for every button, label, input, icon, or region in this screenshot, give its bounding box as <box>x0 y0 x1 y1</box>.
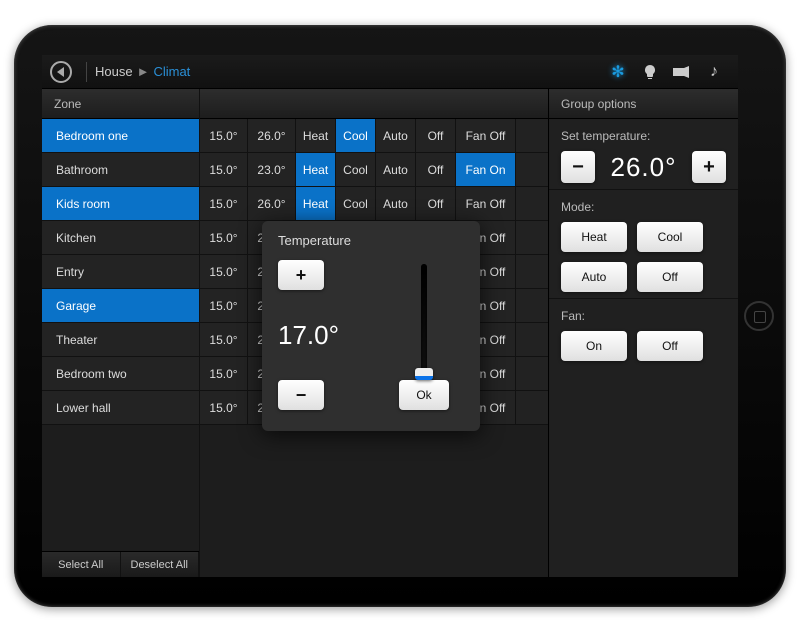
main-area: Zone Bedroom oneBathroomKids roomKitchen… <box>42 89 738 577</box>
temperature-popup: Temperature + 17.0° − Ok <box>262 221 480 431</box>
breadcrumb-current: Climat <box>153 64 190 79</box>
zone-header: Zone <box>42 89 199 119</box>
zone-item[interactable]: Bedroom two <box>42 357 199 391</box>
grid-header <box>200 89 548 119</box>
temp-plus-button[interactable]: + <box>692 151 726 183</box>
slider-thumb[interactable] <box>415 368 433 380</box>
temp-minus-button[interactable]: − <box>561 151 595 183</box>
grid-cell[interactable]: Heat <box>296 119 336 152</box>
deselect-all-button[interactable]: Deselect All <box>121 552 200 577</box>
popup-title: Temperature <box>278 233 464 248</box>
grid-cell[interactable]: Auto <box>376 119 416 152</box>
grid-cell[interactable]: Off <box>416 187 456 220</box>
fan-button[interactable]: Off <box>637 331 703 361</box>
zone-item[interactable]: Bedroom one <box>42 119 199 153</box>
mode-button[interactable]: Auto <box>561 262 627 292</box>
grid-cell[interactable]: Heat <box>296 153 336 186</box>
popup-plus-button[interactable]: + <box>278 260 324 290</box>
grid-cell: 15.0° <box>200 357 248 390</box>
grid-row: 15.0°23.0°HeatCoolAutoOffFan On <box>200 153 548 187</box>
grid-cell: 15.0° <box>200 323 248 356</box>
mode-button[interactable]: Heat <box>561 222 627 252</box>
grid-cell: 26.0° <box>248 187 296 220</box>
grid-cell[interactable]: Heat <box>296 187 336 220</box>
grid-row: 15.0°26.0°HeatCoolAutoOffFan Off <box>200 119 548 153</box>
breadcrumb-separator: ► <box>137 64 150 79</box>
zone-column: Zone Bedroom oneBathroomKids roomKitchen… <box>42 89 200 577</box>
tablet-frame: House ► Climat ✻ ♪ Zone Bedroom oneBathr… <box>14 25 786 607</box>
music-icon[interactable]: ♪ <box>703 61 725 83</box>
zone-footer: Select All Deselect All <box>42 551 199 577</box>
zone-item[interactable]: Bathroom <box>42 153 199 187</box>
zone-item[interactable]: Garage <box>42 289 199 323</box>
header-bar: House ► Climat ✻ ♪ <box>42 55 738 89</box>
temp-slider[interactable] <box>421 264 427 376</box>
back-icon[interactable] <box>50 61 72 83</box>
grid-cell[interactable]: Off <box>416 119 456 152</box>
set-temp-value: 26.0° <box>610 152 676 183</box>
camera-icon[interactable] <box>671 61 693 83</box>
grid-cell[interactable]: Cool <box>336 153 376 186</box>
popup-temp-value: 17.0° <box>278 320 339 351</box>
mode-button[interactable]: Cool <box>637 222 703 252</box>
select-all-button[interactable]: Select All <box>42 552 121 577</box>
grid-cell: 15.0° <box>200 255 248 288</box>
side-title: Group options <box>549 89 738 119</box>
set-temp-label: Set temperature: <box>561 129 726 143</box>
app-screen: House ► Climat ✻ ♪ Zone Bedroom oneBathr… <box>42 55 738 577</box>
grid-cell[interactable]: Auto <box>376 153 416 186</box>
mode-label: Mode: <box>561 200 726 214</box>
home-button[interactable] <box>744 301 774 331</box>
breadcrumb-root[interactable]: House <box>95 64 133 79</box>
grid-cell[interactable]: Fan Off <box>456 119 516 152</box>
zone-item[interactable]: Lower hall <box>42 391 199 425</box>
grid-cell[interactable]: Auto <box>376 187 416 220</box>
fan-label: Fan: <box>561 309 726 323</box>
zone-item[interactable]: Kitchen <box>42 221 199 255</box>
grid-cell[interactable]: Off <box>416 153 456 186</box>
grid-cell: 26.0° <box>248 119 296 152</box>
grid-cell: 15.0° <box>200 153 248 186</box>
popup-ok-button[interactable]: Ok <box>399 380 449 410</box>
grid-row: 15.0°26.0°HeatCoolAutoOffFan Off <box>200 187 548 221</box>
grid-cell: 15.0° <box>200 119 248 152</box>
zone-item[interactable]: Entry <box>42 255 199 289</box>
grid-cell[interactable]: Fan Off <box>456 187 516 220</box>
grid-cell: 23.0° <box>248 153 296 186</box>
snowflake-icon[interactable]: ✻ <box>607 61 629 83</box>
grid-cell: 15.0° <box>200 187 248 220</box>
grid-cell[interactable]: Cool <box>336 187 376 220</box>
lightbulb-icon[interactable] <box>639 61 661 83</box>
side-panel: Group options Set temperature: − 26.0° +… <box>548 89 738 577</box>
grid-cell: 15.0° <box>200 221 248 254</box>
grid-cell: 15.0° <box>200 391 248 424</box>
grid-cell: 15.0° <box>200 289 248 322</box>
zone-item[interactable]: Theater <box>42 323 199 357</box>
popup-minus-button[interactable]: − <box>278 380 324 410</box>
header-divider <box>86 62 87 82</box>
grid-cell[interactable]: Cool <box>336 119 376 152</box>
mode-button[interactable]: Off <box>637 262 703 292</box>
fan-button[interactable]: On <box>561 331 627 361</box>
zone-item[interactable]: Kids room <box>42 187 199 221</box>
grid-cell[interactable]: Fan On <box>456 153 516 186</box>
